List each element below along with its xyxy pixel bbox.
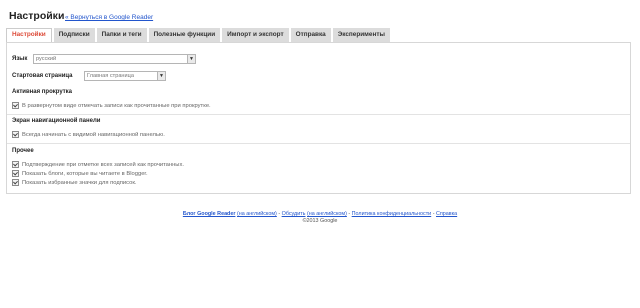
tab-folders-and-tags[interactable]: Папки и теги (96, 28, 147, 42)
start-page-select[interactable]: Главная страница ▼ (84, 71, 166, 81)
nav-panel-option[interactable]: Всегда начинать с видимой навигационной … (12, 131, 165, 138)
other-option-label: Подтверждение при отметке всех записей к… (22, 161, 184, 168)
checkbox[interactable] (12, 102, 19, 109)
language-select[interactable]: русский ▼ (33, 54, 196, 64)
checkbox[interactable] (12, 170, 19, 177)
auto-scroll-option[interactable]: В развернутом виде отмечать записи как п… (12, 102, 211, 109)
tab-import-export[interactable]: Импорт и экспорт (222, 28, 289, 42)
tab-experiments[interactable]: Эксперименты (332, 28, 390, 42)
checkbox[interactable] (12, 179, 19, 186)
language-select-value: русский (36, 56, 57, 62)
footer-help-link[interactable]: Справка (436, 211, 457, 217)
tab-settings[interactable]: Настройки (6, 28, 52, 42)
other-title: Прочее (12, 148, 34, 154)
chevron-down-icon: ▼ (187, 55, 195, 63)
nav-panel-option-label: Всегда начинать с видимой навигационной … (22, 131, 165, 138)
divider (7, 114, 630, 115)
tab-subscriptions[interactable]: Подписки (53, 28, 95, 42)
back-to-reader-link[interactable]: « Вернуться в Google Reader (65, 14, 153, 21)
settings-tabs: Настройки Подписки Папки и теги Полезные… (6, 28, 390, 42)
auto-scroll-title: Активная прокрутка (12, 89, 73, 95)
footer-discuss-lang-link[interactable]: (на английском) (307, 211, 347, 217)
tab-send-to[interactable]: Отправка (290, 28, 331, 42)
other-option-confirm-mark-all[interactable]: Подтверждение при отметке всех записей к… (12, 161, 184, 168)
other-option-show-blogger[interactable]: Показать блоги, которые вы читаете в Blo… (12, 170, 148, 177)
footer-copyright: ©2013 Google (302, 218, 338, 224)
auto-scroll-option-label: В развернутом виде отмечать записи как п… (22, 102, 211, 109)
page-title: Настройки (9, 10, 65, 22)
settings-panel: Язык русский ▼ Стартовая страница Главна… (6, 42, 631, 194)
checkbox[interactable] (12, 161, 19, 168)
footer-privacy-link[interactable]: Политика конфиденциальности (352, 211, 432, 217)
footer-blog-link[interactable]: Блог Google Reader (183, 211, 236, 217)
language-label: Язык (12, 56, 28, 62)
checkbox[interactable] (12, 131, 19, 138)
footer-links: Блог Google Reader (на английском) - Обс… (0, 211, 640, 217)
tab-goodies[interactable]: Полезные функции (148, 28, 221, 42)
footer-discuss-link[interactable]: Обсудить (282, 211, 306, 217)
chevron-down-icon: ▼ (157, 72, 165, 80)
start-page-label: Стартовая страница (12, 73, 73, 79)
start-page-select-value: Главная страница (87, 73, 134, 79)
nav-panel-title: Экран навигационной панели (12, 118, 101, 124)
other-option-label: Показать избранные значки для подписок. (22, 179, 137, 186)
footer-blog-lang-link[interactable]: (на английском) (237, 211, 277, 217)
other-option-favicons[interactable]: Показать избранные значки для подписок. (12, 179, 136, 186)
other-option-label: Показать блоги, которые вы читаете в Blo… (22, 170, 148, 177)
divider (7, 143, 630, 144)
